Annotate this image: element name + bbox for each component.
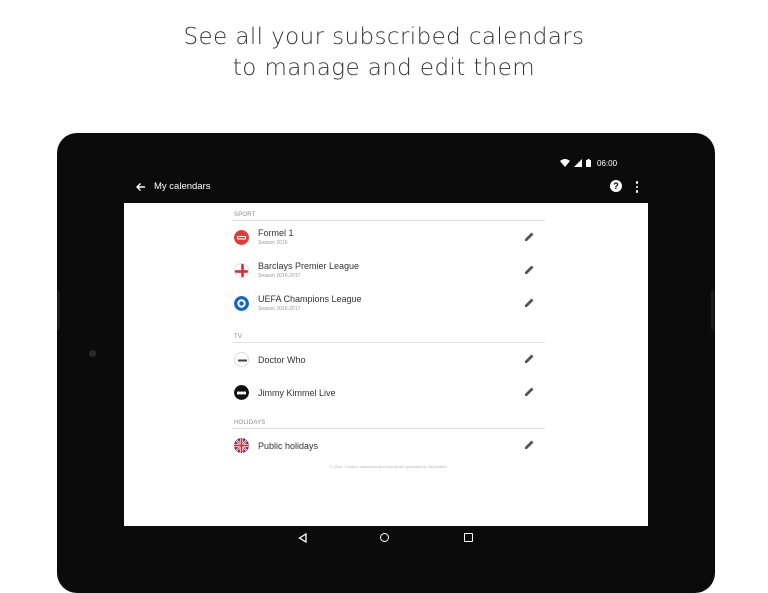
edit-pencil-icon[interactable]	[524, 264, 535, 275]
calendar-item-premier-league[interactable]: Barclays Premier League Season 2016-2017	[232, 254, 545, 287]
calendar-item-public-holidays[interactable]: Public holidays	[232, 429, 545, 462]
nav-back-icon[interactable]	[298, 533, 307, 543]
nav-home-icon[interactable]	[380, 533, 389, 542]
calendar-name: Formel 1	[258, 228, 294, 238]
section-label-holidays: HOLIDAYS	[232, 418, 545, 429]
edit-pencil-icon[interactable]	[524, 353, 535, 364]
page-title: My calendars	[154, 181, 211, 192]
edit-pencil-icon[interactable]	[524, 297, 535, 308]
section-sport: SPORT Formel 1 Season 2016 Barclays Prem…	[232, 210, 545, 320]
calendar-name: UEFA Champions League	[258, 294, 362, 304]
abc-logo-icon	[234, 385, 249, 400]
calendar-name: Public holidays	[258, 441, 319, 451]
england-flag-icon	[234, 263, 249, 278]
calendar-subtitle: Season 2016	[258, 240, 288, 246]
promo-headline-line2: to manage and edit them	[232, 55, 536, 81]
champions-league-logo-icon	[234, 296, 249, 311]
calendar-item-champions-league[interactable]: UEFA Champions League Season 2016-2017	[232, 287, 545, 320]
calendar-item-formel1[interactable]: Formel 1 Season 2016	[232, 221, 545, 254]
section-label-sport: SPORT	[232, 210, 545, 221]
edit-pencil-icon[interactable]	[524, 439, 535, 450]
calendar-list-screen: SPORT Formel 1 Season 2016 Barclays Prem…	[124, 203, 648, 526]
section-tv: TV Doctor Who Jimmy Kimmel Live	[232, 332, 545, 409]
promo-headline: See all your subscribed calendars to man…	[0, 22, 768, 84]
footer-note: © 2016. Content calendars and events are…	[329, 464, 448, 469]
system-nav-bar	[124, 526, 648, 551]
calendar-subtitle: Season 2016-2017	[258, 306, 301, 312]
calendar-item-doctor-who[interactable]: Doctor Who	[232, 343, 545, 376]
section-holidays: HOLIDAYS Public holidays © 2016. Content…	[232, 418, 545, 469]
edit-pencil-icon[interactable]	[524, 386, 535, 397]
section-label-tv: TV	[232, 332, 545, 343]
tablet-side-button-right	[711, 290, 714, 330]
nav-recents-icon[interactable]	[464, 533, 473, 542]
wifi-icon	[560, 159, 570, 167]
doctor-who-logo-icon	[234, 352, 249, 367]
battery-icon	[586, 159, 591, 167]
help-icon[interactable]: ?	[610, 180, 622, 192]
cellular-icon	[574, 159, 582, 167]
tablet-side-button-left	[57, 290, 60, 330]
back-arrow-icon[interactable]	[133, 179, 149, 195]
app-bar: My calendars ?	[124, 176, 648, 198]
status-time: 06:00	[597, 158, 618, 168]
promo-headline-line1: See all your subscribed calendars	[183, 24, 585, 50]
calendar-subtitle: Season 2016-2017	[258, 273, 301, 279]
edit-pencil-icon[interactable]	[524, 231, 535, 242]
calendar-item-jimmy-kimmel[interactable]: Jimmy Kimmel Live	[232, 376, 545, 409]
formel1-logo-icon	[234, 230, 249, 245]
calendar-name: Jimmy Kimmel Live	[258, 388, 336, 398]
more-vert-icon[interactable]	[632, 179, 642, 195]
tablet-camera	[89, 350, 96, 357]
calendar-name: Barclays Premier League	[258, 261, 360, 271]
calendar-name: Doctor Who	[258, 355, 306, 365]
uk-flag-icon	[234, 438, 249, 453]
status-bar: 06:00	[560, 157, 617, 169]
